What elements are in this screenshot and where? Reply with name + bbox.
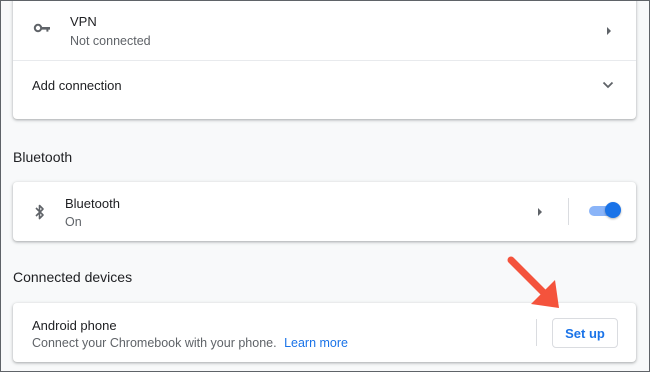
network-card: VPN Not connected Add connection [13,1,636,119]
toggle-knob [605,202,621,218]
android-phone-title: Android phone [32,318,117,333]
android-phone-description: Connect your Chromebook with your phone.… [32,336,348,350]
chevron-right-icon [607,27,611,35]
bluetooth-status: On [65,215,82,229]
vpn-row[interactable]: VPN Not connected [13,1,636,59]
annotation-arrow-icon [507,256,559,308]
bluetooth-card: Bluetooth On [13,182,636,241]
vpn-status: Not connected [70,34,151,48]
learn-more-link[interactable]: Learn more [284,336,348,350]
chevron-down-icon [602,81,614,89]
android-phone-description-text: Connect your Chromebook with your phone. [32,336,277,350]
settings-page: VPN Not connected Add connection Bluetoo… [0,0,650,372]
bluetooth-title: Bluetooth [65,196,120,211]
set-up-button[interactable]: Set up [552,318,618,348]
bluetooth-section-title: Bluetooth [13,149,73,165]
add-connection-row[interactable]: Add connection [13,61,636,119]
bluetooth-icon [35,204,44,220]
connected-devices-title: Connected devices [13,269,133,285]
bluetooth-row[interactable]: Bluetooth On [13,182,563,241]
key-icon [33,23,50,33]
add-connection-label: Add connection [32,78,122,93]
vpn-title: VPN [70,14,97,29]
row-separator [568,198,569,225]
chevron-right-icon [538,208,542,216]
row-separator [536,319,537,346]
bluetooth-toggle[interactable] [589,202,621,218]
